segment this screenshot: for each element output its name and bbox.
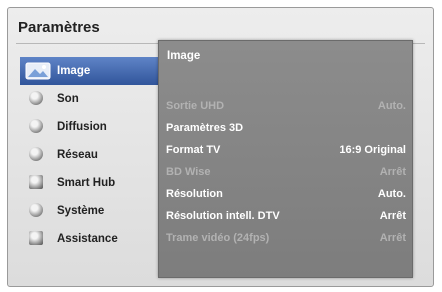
setting-row-sortie-uhd[interactable]: Sortie UHD Auto. [159, 95, 412, 117]
globe-icon [29, 147, 43, 161]
setting-name: Résolution [166, 188, 223, 200]
setting-name: BD Wise [166, 166, 211, 178]
setting-name: Résolution intell. DTV [166, 210, 280, 222]
window-title: Paramètres [18, 19, 100, 36]
menu-item-label: Son [57, 93, 79, 105]
image-settings-panel: Image Sortie UHD Auto. Paramètres 3D For… [158, 40, 413, 278]
menu-item-label: Réseau [57, 149, 98, 161]
menu-item-label: Smart Hub [57, 177, 116, 189]
picture-icon [25, 62, 51, 80]
menu-item-systeme[interactable]: Système [20, 197, 165, 225]
settings-window: Paramètres Image Son Diffusion Réseau Sm… [7, 7, 434, 287]
setting-value: Arrêt [379, 232, 406, 244]
settings-menu: Image Son Diffusion Réseau Smart Hub Sys… [20, 57, 165, 253]
menu-item-label: Diffusion [57, 121, 107, 133]
panel-title: Image [167, 50, 201, 62]
menu-item-smart-hub[interactable]: Smart Hub [20, 169, 165, 197]
support-icon [29, 231, 43, 245]
speaker-icon [29, 91, 43, 105]
menu-item-label: Assistance [57, 233, 118, 245]
menu-item-label: Système [57, 205, 105, 217]
smart-hub-icon [29, 175, 43, 189]
setting-value: Auto. [377, 100, 406, 112]
setting-name: Sortie UHD [166, 100, 225, 112]
setting-row-parametres-3d[interactable]: Paramètres 3D [159, 117, 412, 139]
setting-value: Arrêt [379, 210, 406, 222]
menu-item-label: Image [57, 65, 91, 77]
menu-item-assistance[interactable]: Assistance [20, 225, 165, 253]
setting-value: Arrêt [379, 166, 406, 178]
menu-item-diffusion[interactable]: Diffusion [20, 113, 165, 141]
gear-icon [29, 203, 43, 217]
menu-item-reseau[interactable]: Réseau [20, 141, 165, 169]
setting-row-trame-video[interactable]: Trame vidéo (24fps) Arrêt [159, 227, 412, 249]
setting-name: Trame vidéo (24fps) [166, 232, 270, 244]
setting-value: Auto. [377, 188, 406, 200]
setting-row-resolution-intell-dtv[interactable]: Résolution intell. DTV Arrêt [159, 205, 412, 227]
setting-row-bd-wise[interactable]: BD Wise Arrêt [159, 161, 412, 183]
setting-row-format-tv[interactable]: Format TV 16:9 Original [159, 139, 412, 161]
broadcast-icon [29, 119, 43, 133]
setting-name: Paramètres 3D [166, 122, 244, 134]
menu-item-image[interactable]: Image [20, 57, 165, 85]
setting-row-resolution[interactable]: Résolution Auto. [159, 183, 412, 205]
settings-list: Sortie UHD Auto. Paramètres 3D Format TV… [159, 95, 412, 249]
setting-value: 16:9 Original [339, 144, 406, 156]
menu-item-son[interactable]: Son [20, 85, 165, 113]
setting-name: Format TV [166, 144, 221, 156]
